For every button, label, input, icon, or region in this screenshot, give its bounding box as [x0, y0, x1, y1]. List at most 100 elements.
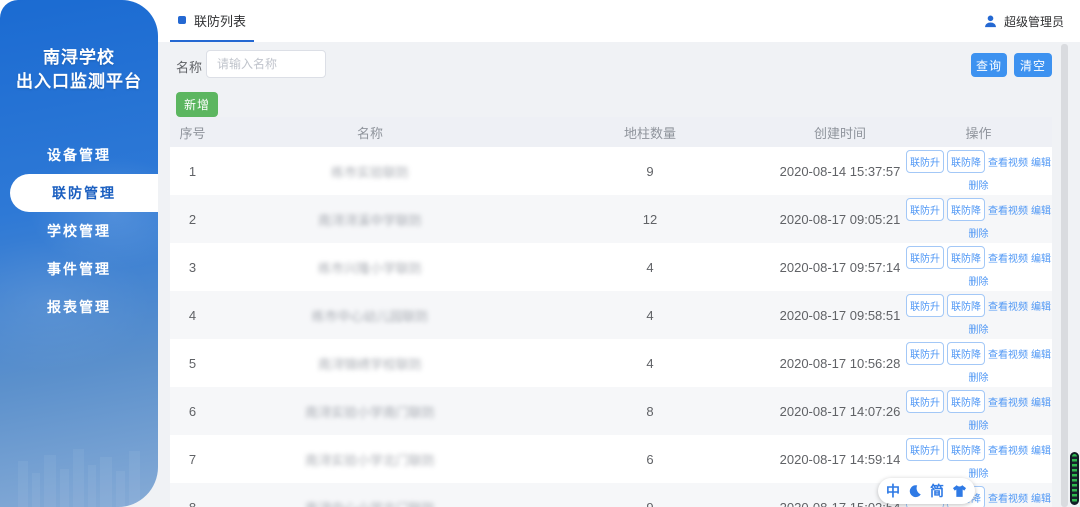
search-button[interactable]: 查询 [971, 53, 1007, 77]
row-name: 练市实验联防 [215, 162, 525, 181]
row-index: 8 [170, 500, 215, 507]
row-name: 练市中心幼儿园联防 [215, 306, 525, 325]
row-count: 6 [525, 452, 775, 467]
app-window: 联防列表 超级管理员 南浔学校 出入口监测平台 设备管理 联防管理 学校管理 事… [0, 0, 1080, 507]
delete-link[interactable]: 删除 [969, 469, 989, 480]
view-video-link[interactable]: 查看视频 [988, 442, 1028, 457]
row-created: 2020-08-17 09:57:14 [775, 260, 905, 275]
user-menu[interactable]: 超级管理员 [983, 0, 1064, 42]
defense-down-button[interactable]: 联防降 [947, 390, 985, 413]
moon-icon[interactable] [908, 484, 922, 498]
scrollbar-track[interactable] [1061, 44, 1068, 507]
table-row: 7 南浔实验小学北门联防 6 2020-08-17 14:59:14 联防升 联… [170, 435, 1052, 483]
row-actions: 联防升 联防降 查看视频 编辑 删除 [905, 342, 1052, 384]
clear-button[interactable]: 清空 [1014, 53, 1052, 77]
edit-link[interactable]: 编辑 [1031, 442, 1051, 457]
defense-up-button[interactable]: 联防升 [906, 438, 944, 461]
row-count: 4 [525, 308, 775, 323]
sidebar-item-3[interactable]: 事件管理 [0, 250, 158, 288]
column-header-3: 创建时间 [775, 123, 905, 142]
user-name: 超级管理员 [1004, 13, 1064, 30]
table-row: 3 练市兴隆小学联防 4 2020-08-17 09:57:14 联防升 联防降… [170, 243, 1052, 291]
defense-up-button[interactable]: 联防升 [906, 198, 944, 221]
defense-up-button[interactable]: 联防升 [906, 294, 944, 317]
row-count: 4 [525, 356, 775, 371]
row-index: 5 [170, 356, 215, 371]
ime-toolbar[interactable]: 中 简 [878, 478, 975, 504]
column-header-4: 操作 [905, 123, 1052, 142]
view-video-link[interactable]: 查看视频 [988, 346, 1028, 361]
view-video-link[interactable]: 查看视频 [988, 154, 1028, 169]
edit-link[interactable]: 编辑 [1031, 346, 1051, 361]
delete-link[interactable]: 删除 [969, 277, 989, 288]
view-video-link[interactable]: 查看视频 [988, 298, 1028, 313]
sidebar-nav: 设备管理 联防管理 学校管理 事件管理 报表管理 [0, 136, 158, 326]
row-count: 8 [525, 404, 775, 419]
add-button[interactable]: 新增 [176, 92, 218, 117]
row-name: 南浔实验小学南门联防 [215, 402, 525, 421]
row-created: 2020-08-17 14:07:26 [775, 404, 905, 419]
ime-lang-button[interactable]: 中 [886, 481, 900, 501]
row-name: 南浔浔溪中学联防 [215, 210, 525, 229]
table-body: 1 练市实验联防 9 2020-08-14 15:37:57 联防升 联防降 查… [170, 147, 1052, 507]
edit-link[interactable]: 编辑 [1031, 202, 1051, 217]
edit-link[interactable]: 编辑 [1031, 250, 1051, 265]
defense-down-button[interactable]: 联防降 [947, 342, 985, 365]
row-actions: 联防升 联防降 查看视频 编辑 删除 [905, 438, 1052, 480]
defense-up-button[interactable]: 联防升 [906, 342, 944, 365]
sidebar-item-4[interactable]: 报表管理 [0, 288, 158, 326]
delete-link[interactable]: 删除 [969, 229, 989, 240]
tab-label: 联防列表 [194, 11, 246, 30]
table-row: 2 南浔浔溪中学联防 12 2020-08-17 09:05:21 联防升 联防… [170, 195, 1052, 243]
skin-tshirt-icon[interactable] [952, 484, 967, 498]
tab-bullet-icon [178, 16, 186, 24]
defense-table: 序号名称地柱数量创建时间操作 1 练市实验联防 9 2020-08-14 15:… [170, 117, 1052, 507]
sidebar-item-0[interactable]: 设备管理 [0, 136, 158, 174]
delete-link[interactable]: 删除 [969, 181, 989, 192]
skyline-decoration [0, 421, 158, 507]
view-video-link[interactable]: 查看视频 [988, 202, 1028, 217]
name-filter-label: 名称 [176, 57, 202, 76]
row-name: 南浔实验小学北门联防 [215, 450, 525, 469]
name-filter-input[interactable] [206, 50, 326, 78]
defense-down-button[interactable]: 联防降 [947, 198, 985, 221]
row-created: 2020-08-17 09:05:21 [775, 212, 905, 227]
edit-link[interactable]: 编辑 [1031, 490, 1051, 505]
row-actions: 联防升 联防降 查看视频 编辑 删除 [905, 294, 1052, 336]
delete-link[interactable]: 删除 [969, 325, 989, 336]
table-header-row: 序号名称地柱数量创建时间操作 [170, 117, 1052, 147]
row-count: 4 [525, 260, 775, 275]
defense-down-button[interactable]: 联防降 [947, 294, 985, 317]
edit-link[interactable]: 编辑 [1031, 154, 1051, 169]
row-name: 练市兴隆小学联防 [215, 258, 525, 277]
table-row: 1 练市实验联防 9 2020-08-14 15:37:57 联防升 联防降 查… [170, 147, 1052, 195]
defense-down-button[interactable]: 联防降 [947, 438, 985, 461]
row-index: 6 [170, 404, 215, 419]
defense-down-button[interactable]: 联防降 [947, 150, 985, 173]
row-created: 2020-08-17 09:58:51 [775, 308, 905, 323]
ime-simplified-button[interactable]: 简 [930, 481, 944, 501]
scrollbar-thumb[interactable] [1070, 452, 1079, 505]
view-video-link[interactable]: 查看视频 [988, 394, 1028, 409]
app-title-line1: 南浔学校 [0, 46, 158, 70]
app-title-line2: 出入口监测平台 [0, 70, 158, 94]
topbar: 联防列表 超级管理员 [0, 0, 1080, 42]
sidebar-item-2[interactable]: 学校管理 [0, 212, 158, 250]
defense-up-button[interactable]: 联防升 [906, 150, 944, 173]
view-video-link[interactable]: 查看视频 [988, 250, 1028, 265]
tab-defense-list[interactable]: 联防列表 [170, 0, 254, 42]
row-index: 2 [170, 212, 215, 227]
view-video-link[interactable]: 查看视频 [988, 490, 1028, 505]
delete-link[interactable]: 删除 [969, 421, 989, 432]
table-row: 4 练市中心幼儿园联防 4 2020-08-17 09:58:51 联防升 联防… [170, 291, 1052, 339]
defense-up-button[interactable]: 联防升 [906, 390, 944, 413]
sidebar-item-1[interactable]: 联防管理 [10, 174, 158, 212]
delete-link[interactable]: 删除 [969, 373, 989, 384]
edit-link[interactable]: 编辑 [1031, 298, 1051, 313]
sidebar-item-label: 事件管理 [47, 261, 111, 277]
defense-down-button[interactable]: 联防降 [947, 246, 985, 269]
row-count: 9 [525, 164, 775, 179]
row-count: 9 [525, 500, 775, 507]
edit-link[interactable]: 编辑 [1031, 394, 1051, 409]
defense-up-button[interactable]: 联防升 [906, 246, 944, 269]
